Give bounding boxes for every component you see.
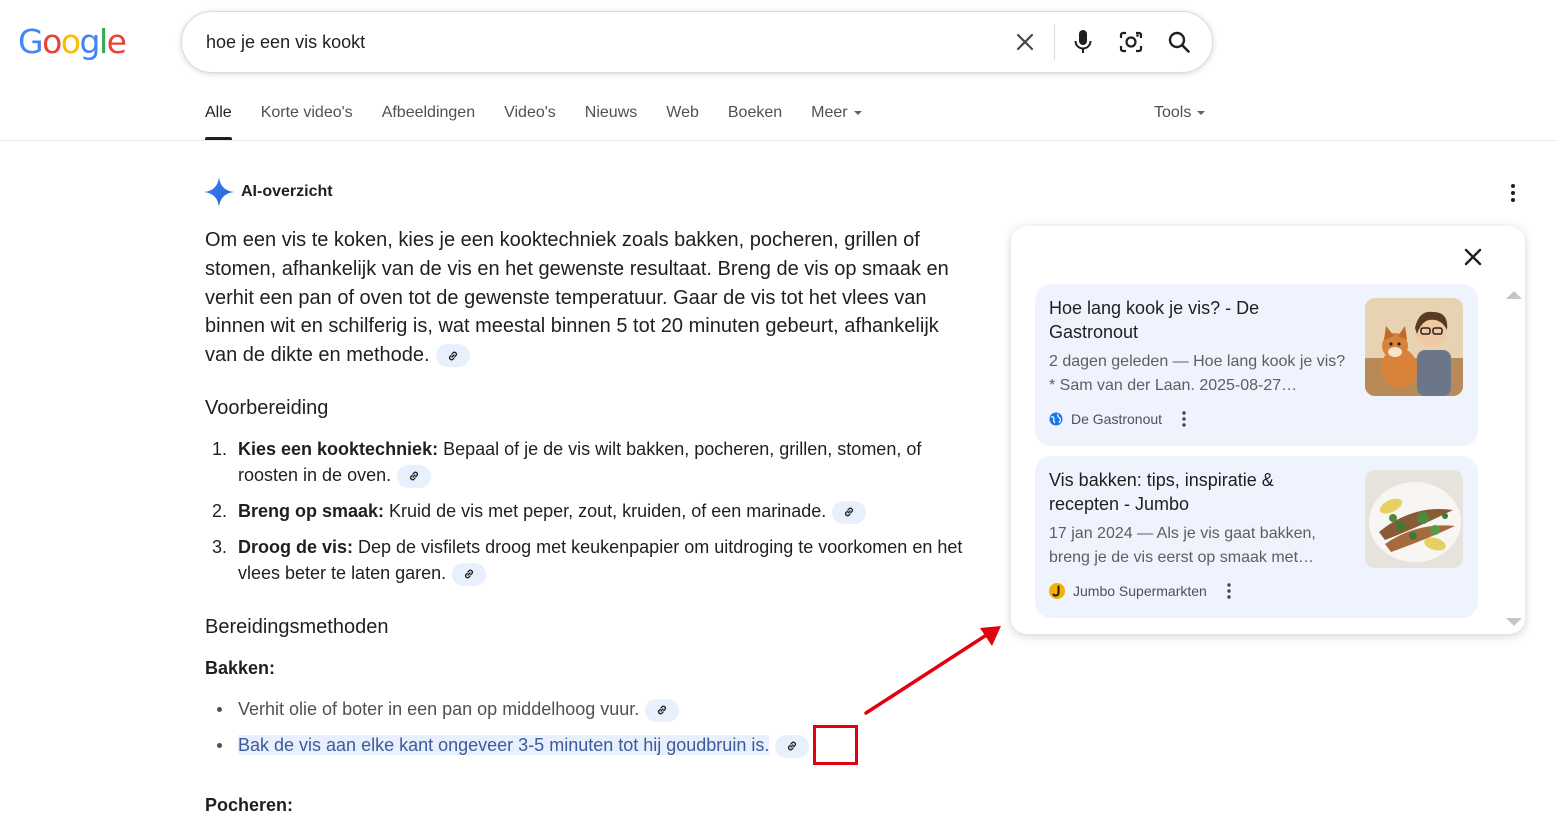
close-icon[interactable]: [1458, 242, 1488, 272]
jumbo-logo-icon: [1049, 583, 1065, 599]
pocheren-heading: Pocheren:: [205, 795, 294, 815]
tab-videos[interactable]: Video's: [504, 104, 556, 140]
microphone-icon[interactable]: [1068, 27, 1098, 57]
search-box: [181, 11, 1213, 73]
more-options-icon[interactable]: [1223, 582, 1235, 600]
list-item: Verhit olie of boter in een pan op midde…: [205, 696, 965, 722]
source-title[interactable]: Hoe lang kook je vis? - De Gastronout: [1049, 296, 1339, 344]
source-snippet: 17 jan 2024 — Als je vis gaat bakken, br…: [1049, 525, 1316, 566]
list-number: 2.: [212, 501, 228, 521]
logo-letter: l: [98, 22, 108, 61]
list-number: 1.: [212, 439, 228, 459]
scroll-up-icon[interactable]: [1506, 291, 1522, 299]
source-attribution[interactable]: Jumbo Supermarkten: [1049, 582, 1235, 600]
tab-afbeeldingen[interactable]: Afbeeldingen: [382, 104, 475, 140]
source-name: Jumbo Supermarkten: [1073, 583, 1207, 599]
bullet: [217, 743, 222, 748]
tab-label: Alle: [205, 104, 232, 121]
source-thumbnail[interactable]: [1365, 470, 1463, 568]
methods-heading: Bereidingsmethoden: [205, 616, 389, 638]
logo-letter: o: [60, 22, 81, 61]
more-options-icon[interactable]: [1503, 182, 1523, 204]
source-link-chip[interactable]: [452, 562, 487, 586]
tab-label: Boeken: [727, 104, 783, 121]
list-item: 2. Breng op smaak: Kruid de vis met peper…: [205, 498, 965, 524]
step-title: Breng op smaak:: [238, 501, 385, 521]
step-title: Kies een kooktechniek:: [238, 439, 439, 459]
ai-overview-body: Om een vis te koken, kies je een kooktec…: [205, 226, 975, 370]
sources-panel: Hoe lang kook je vis? - De Gastronout 2 …: [1011, 226, 1525, 634]
tab-alle[interactable]: Alle: [205, 104, 232, 140]
ai-overview-header: AI-overzicht: [203, 176, 333, 208]
tools-button[interactable]: Tools: [1154, 104, 1206, 122]
source-link-chip[interactable]: [832, 500, 867, 524]
tab-label: Video's: [504, 104, 556, 121]
camera-lens-icon[interactable]: [1116, 27, 1146, 57]
tab-label: Afbeeldingen: [381, 104, 476, 121]
ai-overview-title: AI-overzicht: [241, 183, 333, 200]
google-logo[interactable]: Google: [18, 22, 127, 61]
prep-heading: Voorbereiding: [205, 397, 329, 419]
tab-label: Meer: [811, 104, 848, 121]
logo-letter: G: [18, 22, 44, 61]
step-title: Droog de vis:: [238, 537, 354, 557]
logo-letter: g: [79, 22, 100, 61]
highlight-box: [813, 725, 858, 765]
prep-list: 1. Kies een kooktechniek: Bepaal of je de…: [205, 436, 965, 596]
bullet: [217, 707, 222, 712]
source-card[interactable]: Hoe lang kook je vis? - De Gastronout 2 …: [1035, 284, 1478, 446]
tab-label: Nieuws: [584, 104, 638, 121]
search-icon[interactable]: [1164, 27, 1194, 57]
caret-down-icon: [853, 111, 862, 115]
close-icon[interactable]: [1010, 27, 1040, 57]
header-divider: [0, 140, 1556, 141]
tab-korte-videos[interactable]: Korte video's: [261, 104, 353, 140]
gemini-sparkle-icon: [204, 177, 234, 207]
tab-meer[interactable]: Meer: [811, 104, 862, 140]
source-link-chip[interactable]: [397, 464, 432, 488]
source-link-chip[interactable]: [435, 344, 470, 368]
globe-icon: [1049, 412, 1063, 426]
search-tabs: Alle Korte video's Afbeeldingen Video's …: [205, 104, 891, 140]
source-attribution[interactable]: De Gastronout: [1049, 410, 1190, 428]
link-icon: [465, 569, 474, 579]
link-icon: [410, 471, 419, 481]
link-icon: [845, 507, 854, 517]
source-snippet: 2 dagen geleden — Hoe lang kook je vis? …: [1049, 353, 1346, 394]
caret-down-icon: [1197, 111, 1206, 115]
ai-summary: Om een vis te koken, kies je een kooktec…: [205, 226, 965, 370]
link-icon: [448, 351, 457, 361]
list-item: 1. Kies een kooktechniek: Bepaal of je de…: [205, 436, 965, 488]
source-link-chip-active[interactable]: [775, 734, 810, 758]
search-input[interactable]: [206, 12, 986, 72]
step-text: Kruid de vis met peper, zout, kruiden, o…: [384, 501, 827, 521]
scroll-down-icon[interactable]: [1506, 618, 1522, 626]
logo-letter: e: [106, 22, 127, 61]
cartoon-thumbnail-icon: [1365, 298, 1463, 396]
logo-letter: o: [42, 22, 62, 61]
source-title[interactable]: Vis bakken: tips, inspiratie & recepten …: [1049, 468, 1339, 516]
more-options-icon[interactable]: [1178, 410, 1190, 428]
link-icon: [658, 705, 667, 715]
source-link-chip[interactable]: [645, 698, 680, 722]
tab-nieuws[interactable]: Nieuws: [585, 104, 637, 140]
search-divider: [1054, 24, 1055, 60]
fish-dish-thumbnail-icon: [1365, 470, 1463, 568]
tab-boeken[interactable]: Boeken: [728, 104, 782, 140]
source-thumbnail[interactable]: [1365, 298, 1463, 396]
list-item: 3. Droog de vis: Dep de visfilets droog m…: [205, 534, 965, 586]
bakken-text-highlighted: Bak de vis aan elke kant ongeveer 3-5 mi…: [238, 735, 770, 755]
bakken-text: Verhit olie of boter in een pan op midde…: [238, 699, 640, 719]
tab-web[interactable]: Web: [666, 104, 699, 140]
list-number: 3.: [212, 537, 228, 557]
tab-label: Korte video's: [260, 104, 353, 121]
ai-summary-text: Om een vis te koken, kies je een kooktec…: [205, 229, 949, 367]
source-card[interactable]: Vis bakken: tips, inspiratie & recepten …: [1035, 456, 1478, 618]
tools-label: Tools: [1154, 104, 1192, 121]
bakken-heading: Bakken:: [205, 658, 276, 678]
source-name: De Gastronout: [1071, 411, 1163, 427]
link-icon: [788, 741, 797, 751]
tab-label: Web: [666, 104, 699, 121]
annotation-arrow: [864, 626, 1001, 715]
